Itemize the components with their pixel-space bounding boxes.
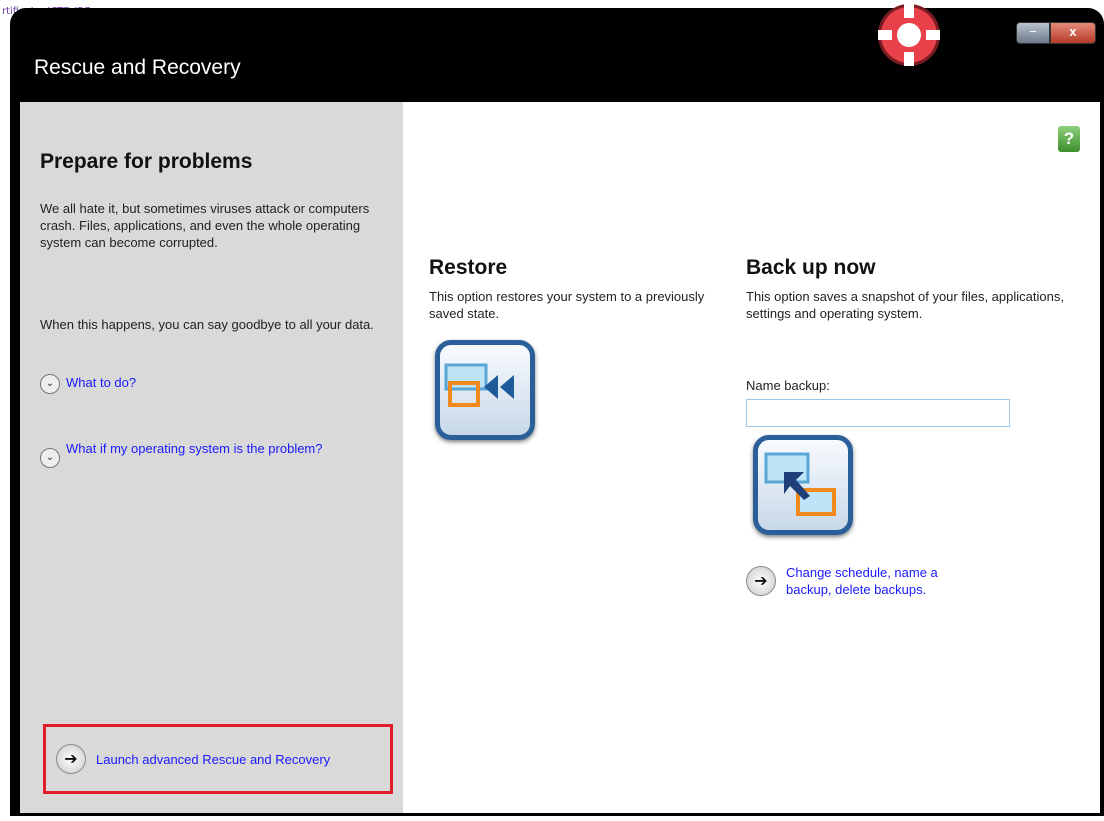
change-schedule-row[interactable]: ➔ Change schedule, name a backup, delete… bbox=[746, 564, 1006, 598]
name-backup-input[interactable] bbox=[746, 399, 1010, 427]
rescue-recovery-window: Rescue and Recovery − x Prepare for prob… bbox=[10, 4, 1104, 816]
restore-description: This option restores your system to a pr… bbox=[429, 289, 705, 321]
arrow-right-icon[interactable]: ➔ bbox=[56, 744, 86, 774]
sidebar: Prepare for problems We all hate it, but… bbox=[20, 102, 403, 813]
arrow-right-icon[interactable]: ➔ bbox=[746, 566, 776, 596]
sidebar-warning-text: When this happens, you can say goodbye t… bbox=[40, 317, 374, 332]
lifebuoy-icon bbox=[878, 4, 940, 66]
backup-title: Back up now bbox=[746, 256, 876, 279]
os-problem-expander[interactable]: ⌄ What if my operating system is the pro… bbox=[40, 440, 340, 468]
launch-advanced-highlight[interactable]: ➔ Launch advanced Rescue and Recovery bbox=[43, 724, 393, 794]
chevron-down-icon: ⌄ bbox=[40, 448, 60, 468]
restore-icon bbox=[444, 363, 514, 407]
sidebar-title: Prepare for problems bbox=[40, 150, 253, 173]
launch-advanced-link[interactable]: Launch advanced Rescue and Recovery bbox=[96, 751, 330, 768]
sidebar-intro-text: We all hate it, but sometimes viruses at… bbox=[40, 201, 370, 250]
backup-button[interactable] bbox=[753, 435, 853, 535]
backup-description: This option saves a snapshot of your fil… bbox=[746, 289, 1064, 321]
change-schedule-link[interactable]: Change schedule, name a backup, delete b… bbox=[786, 564, 976, 598]
window-title: Rescue and Recovery bbox=[34, 56, 241, 79]
help-icon[interactable]: ? bbox=[1058, 126, 1080, 152]
backup-icon bbox=[764, 452, 836, 516]
close-button[interactable]: x bbox=[1050, 22, 1096, 44]
minimize-button[interactable]: − bbox=[1016, 22, 1050, 44]
what-to-do-link[interactable]: What to do? bbox=[66, 374, 136, 391]
name-backup-label: Name backup: bbox=[746, 378, 830, 393]
os-problem-link[interactable]: What if my operating system is the probl… bbox=[66, 440, 326, 457]
restore-button[interactable] bbox=[435, 340, 535, 440]
window-controls: − x bbox=[1016, 22, 1096, 44]
title-bar: Rescue and Recovery − x bbox=[10, 4, 1104, 102]
what-to-do-expander[interactable]: ⌄ What to do? bbox=[40, 374, 136, 394]
chevron-down-icon: ⌄ bbox=[40, 374, 60, 394]
restore-title: Restore bbox=[429, 256, 508, 279]
main-content: Prepare for problems We all hate it, but… bbox=[20, 102, 1100, 813]
